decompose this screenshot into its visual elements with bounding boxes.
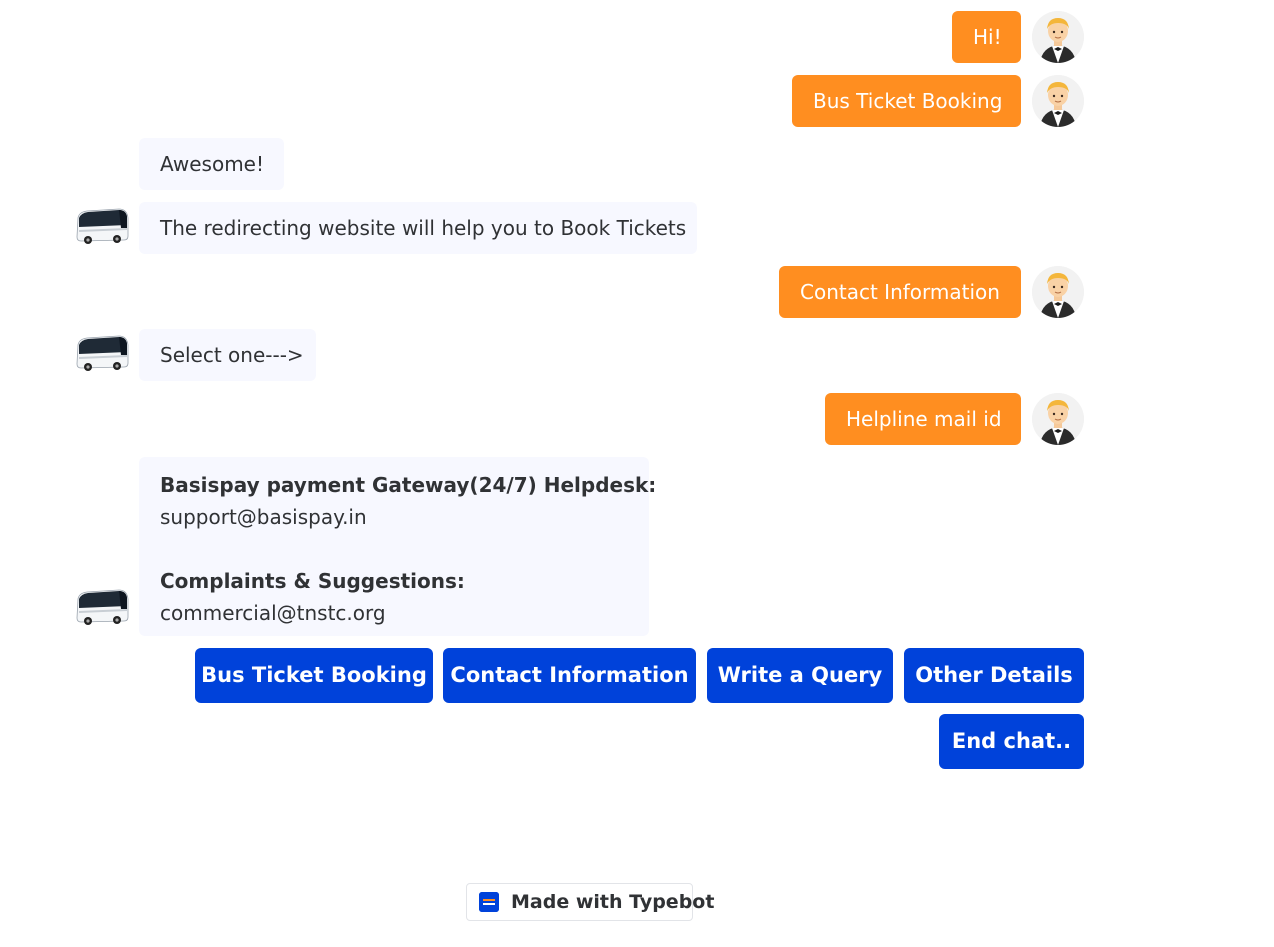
user-message-bubble: Helpline mail id [825, 393, 1021, 445]
user-message-bubble: Bus Ticket Booking [792, 75, 1021, 127]
other-details-button[interactable]: Other Details [904, 648, 1084, 703]
typebot-logo-icon [479, 892, 499, 912]
bot-message-bubble: Basispay payment Gateway(24/7) Helpdesk:… [139, 457, 657, 636]
bot-message-bubble: Select one---> [139, 329, 316, 381]
bus-icon [75, 333, 129, 373]
man-in-tuxedo-icon [1032, 11, 1084, 63]
bus-ticket-booking-button[interactable]: Bus Ticket Booking [195, 648, 433, 703]
man-in-tuxedo-icon [1032, 266, 1084, 318]
complaints-heading: Complaints & Suggestions: [160, 569, 465, 593]
helpdesk-email: support@basispay.in [160, 505, 367, 529]
user-message-bubble: Hi! [952, 11, 1021, 63]
bus-icon [75, 587, 129, 627]
user-message-bubble: Contact Information [779, 266, 1021, 318]
bus-icon [75, 206, 129, 246]
man-in-tuxedo-icon [1032, 75, 1084, 127]
branding-label: Made with Typebot [511, 891, 715, 913]
bot-message-bubble: Awesome! [139, 138, 284, 190]
man-in-tuxedo-icon [1032, 393, 1084, 445]
write-a-query-button[interactable]: Write a Query [707, 648, 893, 703]
contact-information-button[interactable]: Contact Information [443, 648, 696, 703]
bot-message-bubble: The redirecting website will help you to… [139, 202, 697, 254]
made-with-typebot-link[interactable]: Made with Typebot [466, 883, 714, 921]
end-chat-button[interactable]: End chat.. [939, 714, 1084, 769]
helpdesk-heading: Basispay payment Gateway(24/7) Helpdesk: [160, 473, 657, 497]
complaints-email: commercial@tnstc.org [160, 601, 386, 625]
